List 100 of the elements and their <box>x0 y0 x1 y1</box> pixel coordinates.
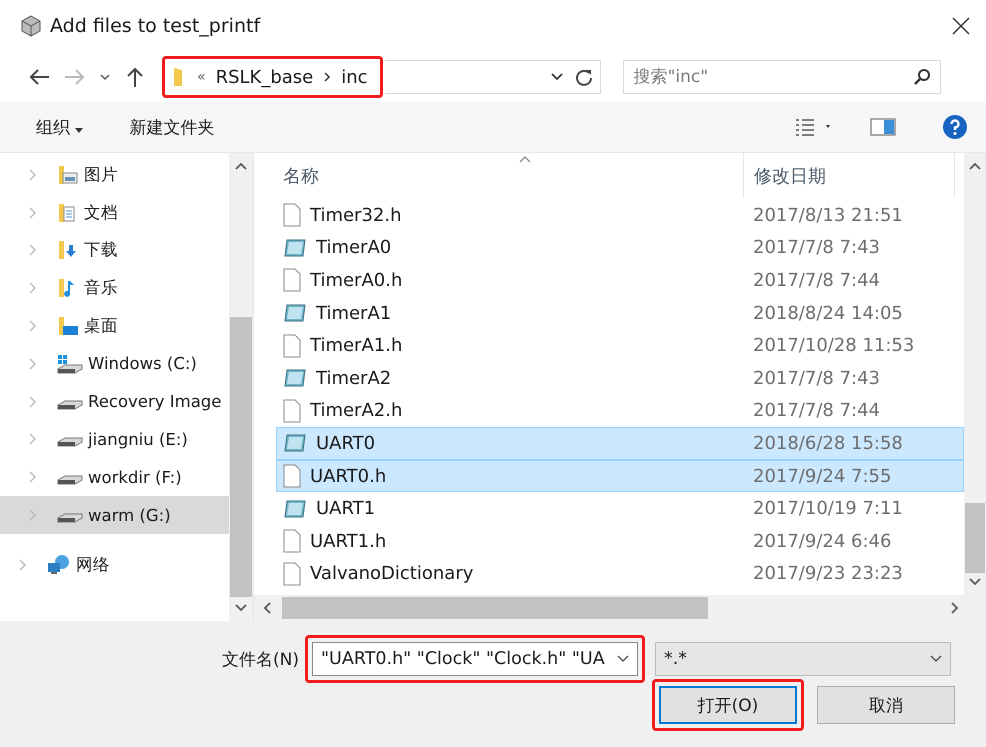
file-icon <box>283 562 301 586</box>
scroll-up-icon[interactable] <box>968 161 982 171</box>
file-name: TimerA2.h <box>310 400 402 422</box>
file-name: UART1.h <box>310 530 386 552</box>
scroll-down-icon[interactable] <box>234 603 248 613</box>
file-row[interactable]: TimerA1.h 2017/10/28 11:53 <box>276 329 964 362</box>
file-name-label: 文件名(N) <box>222 648 299 670</box>
modified-date: 2018/6/28 15:58 <box>752 432 903 454</box>
file-icon <box>283 398 301 423</box>
file-row[interactable]: TimerA1 2018/8/24 14:05 <box>276 296 964 330</box>
dropdown-icon[interactable] <box>550 72 564 82</box>
navigation-item[interactable]: warm (G:) <box>0 496 229 534</box>
file-name: TimerA0 <box>316 237 392 258</box>
file-row[interactable]: TimerA0.h 2017/7/8 7:44 <box>276 264 964 297</box>
file-name: TimerA0.h <box>310 270 402 291</box>
dropdown-icon[interactable] <box>930 655 942 663</box>
file-row[interactable]: TimerA2.h 2017/7/8 7:44 <box>276 394 964 428</box>
search-icon <box>912 68 931 86</box>
search-field[interactable]: 搜索"inc" <box>622 60 941 94</box>
scroll-right-icon[interactable] <box>950 601 960 615</box>
scroll-down-icon[interactable] <box>968 577 982 587</box>
modified-date: 2017/7/8 7:43 <box>752 368 880 389</box>
file-icon <box>283 203 301 228</box>
overflow-chevron[interactable]: « <box>197 69 206 85</box>
scroll-left-icon[interactable] <box>262 601 272 615</box>
navigation-item[interactable]: 桌面 <box>0 307 229 345</box>
navigation-item[interactable]: 音乐 <box>0 269 229 308</box>
navigation-item[interactable]: 文档 <box>0 194 229 232</box>
scroll-up-icon[interactable] <box>234 161 248 171</box>
file-row[interactable]: UART0.h 2017/9/24 7:55 <box>276 460 964 492</box>
program-icon <box>283 432 307 454</box>
file-name: UART0.h <box>310 466 386 487</box>
new-folder-button[interactable]: 新建文件夹 <box>129 116 214 138</box>
scrollbar[interactable] <box>229 153 253 621</box>
program-icon <box>283 302 307 324</box>
arrow-up-icon[interactable] <box>126 66 144 88</box>
drive-icon <box>57 513 83 524</box>
file-row[interactable]: TimerA2 2017/7/8 7:43 <box>276 362 964 395</box>
column-header[interactable]: 修改日期 <box>743 153 955 198</box>
modified-date: 2017/9/24 6:46 <box>752 530 892 552</box>
navigation-item[interactable]: 下载 <box>0 232 229 270</box>
caret-icon[interactable] <box>99 73 111 81</box>
modified-date: 2017/10/19 7:11 <box>752 498 903 520</box>
modified-date: 2017/10/28 11:53 <box>752 335 914 356</box>
file-row[interactable]: UART0 2018/6/28 15:58 <box>276 427 964 460</box>
file-icon <box>283 268 301 292</box>
window-title: Add files to test_printf <box>50 15 262 37</box>
address-bar[interactable]: « RSLK_base inc <box>162 56 383 98</box>
modified-date: 2017/9/24 7:55 <box>752 466 892 487</box>
preview-pane-icon[interactable] <box>870 117 896 137</box>
program-icon <box>283 236 307 259</box>
column-header[interactable]: 名称 <box>276 164 743 188</box>
file-icon <box>283 334 301 358</box>
cancel-button[interactable]: 取消 <box>817 686 955 724</box>
downloads-folder-icon <box>57 239 79 262</box>
organize-menu[interactable]: 组织 <box>36 116 84 138</box>
open-button[interactable]: 打开(O) <box>659 686 797 724</box>
close-icon[interactable] <box>952 17 970 35</box>
arrow-left-icon[interactable] <box>28 68 50 86</box>
scroll-thumb[interactable] <box>965 503 985 573</box>
navigation-item[interactable]: jiangniu (E:) <box>0 420 229 458</box>
navigation-item[interactable]: Windows (C:) <box>0 344 229 383</box>
help-icon[interactable] <box>942 114 968 140</box>
scroll-thumb[interactable] <box>230 317 252 597</box>
file-row[interactable]: UART1 2017/10/19 7:11 <box>276 492 964 525</box>
dropdown-icon[interactable] <box>616 655 629 663</box>
drive-icon <box>57 400 83 410</box>
scroll-thumb[interactable] <box>282 597 708 619</box>
navigation-item[interactable]: 图片 <box>0 156 229 194</box>
file-type-dropdown[interactable]: *.* <box>654 642 951 676</box>
file-icon <box>283 529 301 554</box>
file-row[interactable]: ValvanoDictionary 2017/9/23 23:23 <box>276 558 964 590</box>
network-icon <box>47 554 71 576</box>
file-name: TimerA1 <box>316 302 392 324</box>
file-name-field[interactable]: "UART0.h" "Clock" "Clock.h" "UA <box>312 642 638 676</box>
caret-icon[interactable] <box>75 128 84 132</box>
breadcrumb[interactable]: inc <box>341 66 368 88</box>
modified-date: 2017/9/23 23:23 <box>752 563 903 584</box>
navigation-item[interactable]: workdir (F:) <box>0 458 229 496</box>
refresh-icon[interactable] <box>574 67 594 87</box>
navigation-item[interactable]: Recovery Image <box>0 382 229 421</box>
navigation-item[interactable]: 网络 <box>0 546 229 584</box>
file-name: TimerA1.h <box>310 335 402 356</box>
modified-date: 2017/7/8 7:43 <box>752 237 880 258</box>
breadcrumb[interactable]: RSLK_base <box>216 66 314 88</box>
modified-date: 2017/8/13 21:51 <box>752 204 903 226</box>
file-name: ValvanoDictionary <box>310 563 474 584</box>
file-row[interactable]: UART1.h 2017/9/24 6:46 <box>276 524 964 558</box>
chevron-right-icon <box>323 71 332 83</box>
program-icon <box>283 367 307 390</box>
scrollbar[interactable] <box>964 153 986 595</box>
file-icon <box>283 464 301 488</box>
modified-date: 2017/7/8 7:44 <box>752 270 880 291</box>
scrollbar[interactable] <box>254 595 986 621</box>
file-row[interactable]: Timer32.h 2017/8/13 21:51 <box>276 199 964 232</box>
cube-icon <box>20 15 42 37</box>
drive-icon <box>57 437 83 448</box>
file-row[interactable]: TimerA0 2017/7/8 7:43 <box>276 232 964 264</box>
pictures-folder-icon <box>57 164 79 186</box>
sort-ascending-icon <box>519 155 531 163</box>
